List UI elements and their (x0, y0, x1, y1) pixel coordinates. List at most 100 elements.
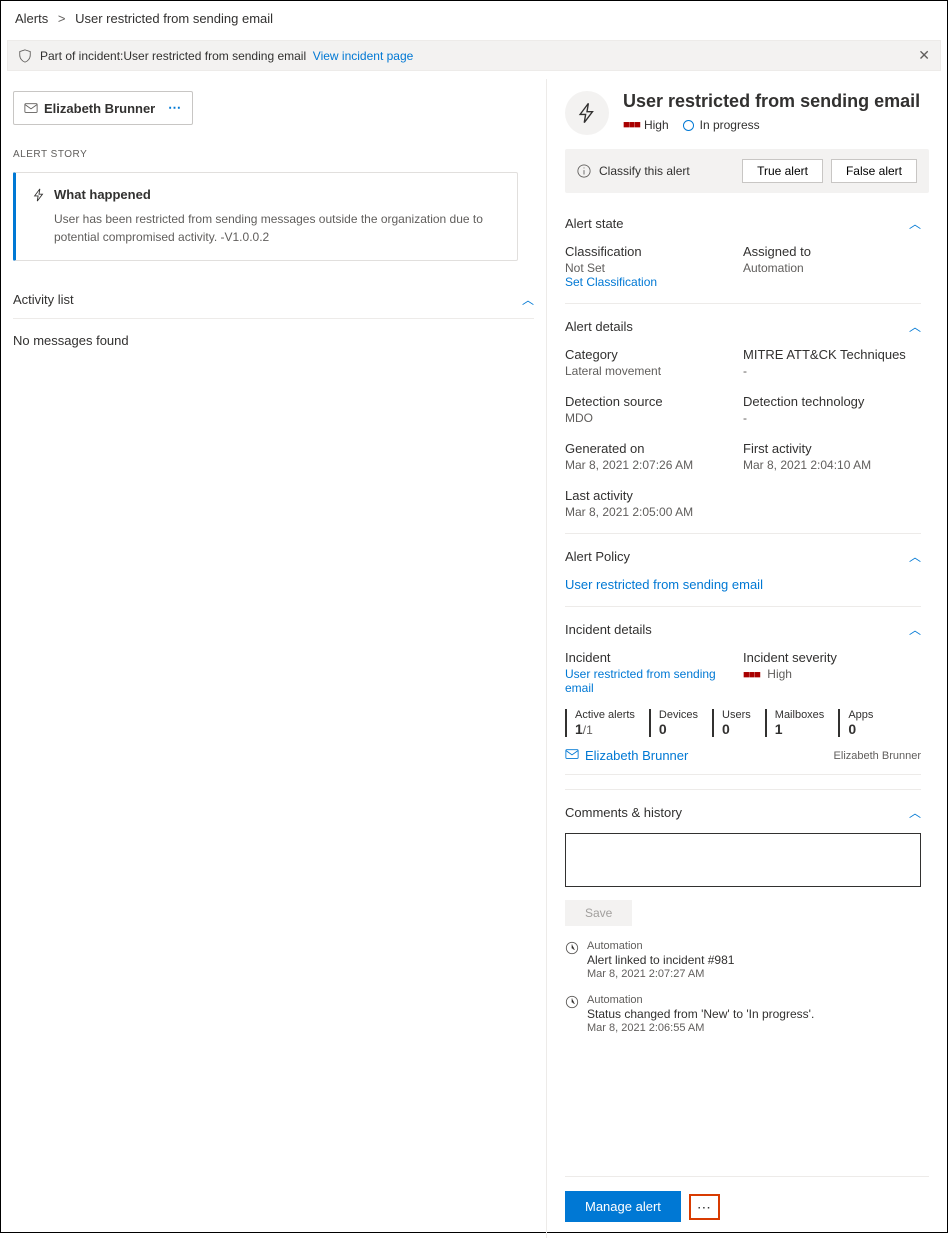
generated-value: Mar 8, 2021 2:07:26 AM (565, 458, 743, 472)
history-text: Alert linked to incident #981 (587, 953, 734, 967)
incident-user-tail: Elizabeth Brunner (834, 750, 921, 762)
detection-source-label: Detection source (565, 394, 743, 409)
more-icon[interactable]: ⋯ (168, 100, 182, 116)
user-card[interactable]: Elizabeth Brunner ⋯ (13, 91, 193, 125)
detection-source-value: MDO (565, 411, 743, 425)
alert-title: User restricted from sending email (623, 91, 920, 112)
alert-policy-header[interactable]: Alert Policy ︿ (565, 548, 921, 565)
chevron-up-icon: ︿ (909, 548, 921, 565)
stat-devices-label: Devices (659, 709, 698, 721)
incident-user-link[interactable]: Elizabeth Brunner (585, 748, 688, 763)
breadcrumb: Alerts > User restricted from sending em… (1, 1, 947, 36)
alert-state-header[interactable]: Alert state ︿ (565, 215, 921, 232)
stat-active-total: /1 (583, 723, 593, 737)
category-label: Category (565, 347, 743, 362)
classify-label: Classify this alert (599, 164, 690, 178)
mitre-label: MITRE ATT&CK Techniques (743, 347, 921, 362)
banner-prefix: Part of incident: (40, 49, 123, 63)
last-activity-value: Mar 8, 2021 2:05:00 AM (565, 505, 743, 519)
classification-label: Classification (565, 244, 743, 259)
incident-details-section: Incident details ︿ Incident User restric… (565, 607, 921, 790)
stat-apps-value: 0 (848, 721, 873, 737)
view-incident-link[interactable]: View incident page (313, 49, 414, 63)
severity-label: High (644, 118, 669, 132)
category-value: Lateral movement (565, 364, 743, 378)
clock-icon (565, 941, 579, 980)
save-button[interactable]: Save (565, 900, 632, 926)
chevron-up-icon: ︿ (522, 291, 534, 308)
incident-link[interactable]: User restricted from sending email (565, 667, 743, 695)
stats-row: Active alerts1/1 Devices0 Users0 Mailbox… (565, 709, 921, 737)
alert-state-title: Alert state (565, 216, 624, 231)
mitre-value: - (743, 364, 921, 378)
alert-story-label: ALERT STORY (13, 149, 534, 160)
assigned-label: Assigned to (743, 244, 921, 259)
user-card-name: Elizabeth Brunner (44, 101, 155, 116)
comments-section: Comments & history ︿ Save Automation Ale… (565, 790, 921, 1048)
classify-bar: Classify this alert True alert False ale… (565, 149, 929, 193)
stat-active-value: 1 (575, 721, 583, 737)
severity-dots: ■■■ (743, 669, 760, 681)
activity-list-title: Activity list (13, 292, 74, 307)
mailbox-icon (24, 101, 38, 115)
breadcrumb-sep: > (58, 11, 66, 26)
more-actions-button[interactable]: ⋯ (689, 1194, 720, 1220)
breadcrumb-current: User restricted from sending email (75, 11, 273, 26)
incident-label: Incident (565, 650, 743, 665)
bottom-bar: Manage alert ⋯ (565, 1176, 929, 1238)
mailbox-icon (565, 747, 579, 764)
alert-policy-title: Alert Policy (565, 549, 630, 564)
stat-users-label: Users (722, 709, 751, 721)
stat-apps-label: Apps (848, 709, 873, 721)
alert-avatar (565, 91, 609, 135)
chevron-up-icon: ︿ (909, 621, 921, 638)
incident-details-title: Incident details (565, 622, 652, 637)
what-happened-card: What happened User has been restricted f… (13, 172, 518, 261)
activity-list-header[interactable]: Activity list ︿ (13, 279, 534, 319)
history-who: Automation (587, 994, 814, 1006)
chevron-up-icon: ︿ (909, 804, 921, 821)
history-when: Mar 8, 2021 2:07:27 AM (587, 968, 734, 980)
stat-mailboxes-label: Mailboxes (775, 709, 825, 721)
close-icon[interactable]: ✕ (918, 47, 930, 64)
what-happened-body: User has been restricted from sending me… (32, 210, 501, 246)
true-alert-button[interactable]: True alert (742, 159, 823, 183)
stat-mailboxes-value: 1 (775, 721, 825, 737)
comment-input[interactable] (565, 833, 921, 887)
what-happened-title: What happened (54, 187, 151, 202)
alert-details-header[interactable]: Alert details ︿ (565, 318, 921, 335)
detection-tech-value: - (743, 411, 921, 425)
alert-policy-section: Alert Policy ︿ User restricted from send… (565, 534, 921, 607)
stat-users-value: 0 (722, 721, 751, 737)
right-pane: User restricted from sending email ■■■ H… (547, 79, 947, 1238)
bolt-icon (32, 188, 46, 202)
incident-details-header[interactable]: Incident details ︿ (565, 621, 921, 638)
breadcrumb-root[interactable]: Alerts (15, 11, 48, 26)
manage-alert-button[interactable]: Manage alert (565, 1191, 681, 1222)
severity-dots: ■■■ (623, 119, 640, 131)
activity-empty: No messages found (13, 333, 534, 348)
left-pane: Elizabeth Brunner ⋯ ALERT STORY What hap… (1, 79, 547, 1238)
status-label: In progress (700, 118, 760, 132)
stat-devices-value: 0 (659, 721, 698, 737)
history-who: Automation (587, 940, 734, 952)
alert-state-section: Alert state ︿ Classification Not Set Set… (565, 201, 921, 304)
first-activity-label: First activity (743, 441, 921, 456)
status-ring-icon (683, 120, 694, 131)
false-alert-button[interactable]: False alert (831, 159, 917, 183)
history-item: Automation Status changed from 'New' to … (565, 994, 921, 1034)
history-item: Automation Alert linked to incident #981… (565, 940, 921, 980)
bolt-icon (576, 102, 598, 124)
banner-incident: User restricted from sending email (123, 49, 306, 63)
comments-header[interactable]: Comments & history ︿ (565, 804, 921, 821)
alert-details-section: Alert details ︿ Category Lateral movement… (565, 304, 921, 534)
detection-tech-label: Detection technology (743, 394, 921, 409)
comments-title: Comments & history (565, 805, 682, 820)
first-activity-value: Mar 8, 2021 2:04:10 AM (743, 458, 921, 472)
alert-details-title: Alert details (565, 319, 633, 334)
policy-link[interactable]: User restricted from sending email (565, 577, 921, 592)
chevron-up-icon: ︿ (909, 318, 921, 335)
set-classification-link[interactable]: Set Classification (565, 275, 743, 289)
incident-sev-label: Incident severity (743, 650, 921, 665)
clock-icon (565, 995, 579, 1034)
